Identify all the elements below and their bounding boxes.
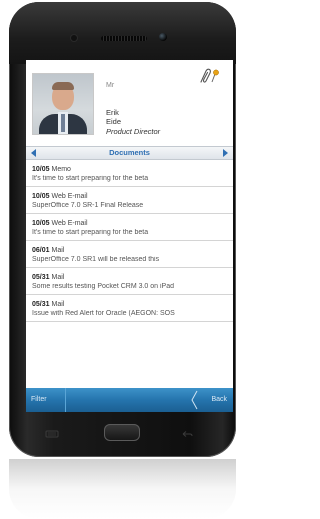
app-screen: Mr Erik Eide Product Director Documents … — [26, 60, 233, 412]
section-title[interactable]: Documents — [26, 148, 233, 157]
item-text: It's time to start preparing for the bet… — [32, 175, 149, 182]
list-item[interactable]: 10/05 Web E-mail It's time to start prep… — [26, 214, 233, 241]
list-item[interactable]: 05/31 Mail Issue with Red Alert for Orac… — [26, 295, 233, 322]
item-date: 05/31 — [32, 301, 50, 308]
item-type: Web E-mail — [51, 220, 88, 227]
back-chevron-icon — [191, 390, 198, 410]
contact-photo — [32, 73, 94, 135]
list-item[interactable]: 10/05 Memo It's time to start preparing … — [26, 160, 233, 187]
contact-title: Mr — [106, 82, 115, 89]
contact-last-name: Eide — [106, 117, 122, 126]
documents-section-header: Documents — [26, 146, 233, 160]
item-text: Some results testing Pocket CRM 3.0 on i… — [32, 283, 175, 290]
phone-reflection — [9, 459, 236, 519]
item-type: Web E-mail — [51, 193, 88, 200]
list-item[interactable]: 06/01 Mail SuperOffice 7.0 SR1 will be r… — [26, 241, 233, 268]
list-item[interactable]: 10/05 Web E-mail SuperOffice 7.0 SR-1 Fi… — [26, 187, 233, 214]
chevron-right-icon[interactable] — [223, 149, 228, 157]
device-back-icon[interactable] — [180, 430, 194, 438]
contact-card: Mr Erik Eide Product Director — [26, 60, 233, 144]
item-text: It's time to start preparing for the bet… — [32, 229, 149, 236]
filter-button[interactable]: Filter — [26, 388, 66, 412]
item-text: SuperOffice 7.0 SR-1 Final Release — [32, 202, 144, 209]
item-date: 10/05 — [32, 220, 50, 227]
back-button-label: Back — [211, 396, 227, 403]
item-date: 10/05 — [32, 166, 50, 173]
phone-bottom-bezel — [9, 412, 236, 457]
item-date: 06/01 — [32, 247, 50, 254]
home-button[interactable] — [104, 424, 140, 441]
contact-first-name: Erik — [106, 108, 119, 117]
item-type: Memo — [51, 166, 71, 173]
bottom-toolbar: Filter Back — [26, 388, 233, 412]
paperclip-pin-icon[interactable] — [197, 68, 221, 84]
item-date: 05/31 — [32, 274, 50, 281]
back-button[interactable]: Back — [187, 388, 233, 412]
menu-icon[interactable] — [45, 430, 59, 438]
item-text: SuperOffice 7.0 SR1 will be released thi… — [32, 256, 160, 263]
documents-list: 10/05 Memo It's time to start preparing … — [26, 160, 233, 322]
proximity-sensor — [71, 35, 77, 41]
item-type: Mail — [51, 274, 65, 281]
item-date: 10/05 — [32, 193, 50, 200]
contact-job-title: Product Director — [106, 127, 161, 136]
item-text: Issue with Red Alert for Oracle (AEGON: … — [32, 310, 175, 317]
item-type: Mail — [51, 247, 65, 254]
item-type: Mail — [51, 301, 65, 308]
list-item[interactable]: 05/31 Mail Some results testing Pocket C… — [26, 268, 233, 295]
phone-top-bezel — [9, 2, 236, 64]
front-camera — [159, 33, 167, 41]
earpiece-speaker — [101, 36, 147, 41]
